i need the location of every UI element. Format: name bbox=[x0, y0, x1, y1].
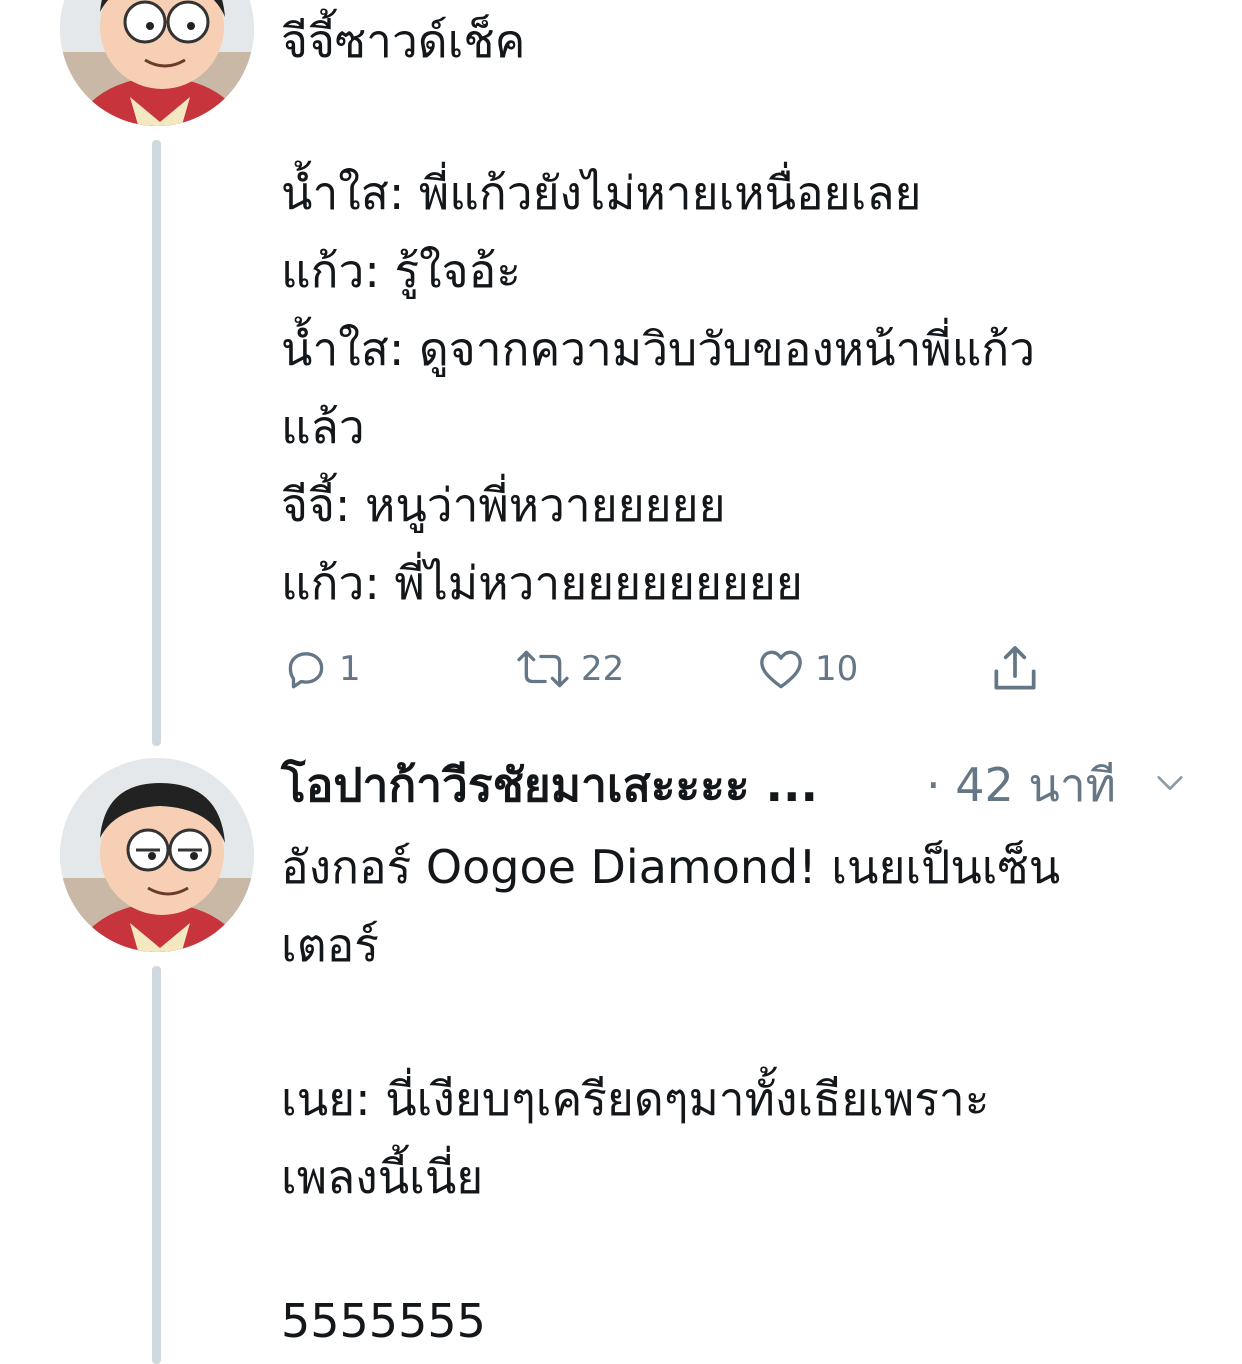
tweet-text-line: แก้ว: รู้ใจอ้ะ bbox=[281, 244, 521, 298]
chevron-down-icon[interactable] bbox=[1153, 766, 1187, 800]
retweet-icon bbox=[517, 650, 569, 688]
tweet-header: โอปาก้าวีรชัยมาเสะะะะ ... · 42 นาที bbox=[281, 752, 1201, 818]
tweet-text-line: จีจี้: หนูว่าพี่หวายยยยย bbox=[281, 478, 726, 532]
thread-line bbox=[152, 966, 161, 1364]
tweet-actions: 1 22 10 bbox=[281, 638, 1061, 700]
reply-icon bbox=[288, 652, 324, 689]
tweet-text-line: น้ำใส: ดูจากความวิบวับของหน้าพี่แก้ว bbox=[281, 322, 1036, 376]
timestamp[interactable]: · 42 นาที bbox=[926, 752, 1116, 818]
like-count: 10 bbox=[815, 649, 859, 689]
retweet-count: 22 bbox=[581, 649, 625, 689]
tweet-text-line: แล้ว bbox=[281, 400, 365, 454]
tweet-text-line: อังกอร์ Oogoe Diamond! เนยเป็นเซ็น bbox=[281, 840, 1061, 894]
reply-count: 1 bbox=[339, 649, 361, 689]
avatar-image bbox=[60, 0, 254, 126]
tweet-text-line: 5555555 bbox=[281, 1294, 486, 1348]
tweet-text-line: แก้ว: พี่ไม่หวายยยยยยยยย bbox=[281, 556, 803, 610]
tweet-text-line: เตอร์ bbox=[281, 918, 379, 972]
avatar-image bbox=[60, 758, 254, 952]
reply-button[interactable]: 1 bbox=[281, 638, 361, 700]
avatar[interactable] bbox=[60, 758, 254, 952]
share-icon bbox=[994, 646, 1036, 690]
tweet-text-line: เนย: นี่เงียบๆเครียดๆมาทั้งเธียเพราะ bbox=[281, 1072, 990, 1126]
author-name[interactable]: โอปาก้าวีรชัยมาเสะะะะ ... bbox=[281, 752, 818, 818]
tweet-text-line: น้ำใส: พี่แก้วยังไม่หายเหนื่อยเลย bbox=[281, 166, 922, 220]
tweet-text-line: จีจี้ซาวด์เช็ค bbox=[281, 14, 526, 68]
like-button[interactable]: 10 bbox=[755, 638, 858, 700]
avatar[interactable] bbox=[60, 0, 254, 126]
retweet-button[interactable]: 22 bbox=[513, 638, 624, 700]
thread-line bbox=[152, 140, 161, 746]
tweet-text-line: เพลงนี้เนี่ย bbox=[281, 1150, 484, 1204]
share-button[interactable] bbox=[987, 638, 1043, 700]
heart-icon bbox=[760, 650, 802, 689]
